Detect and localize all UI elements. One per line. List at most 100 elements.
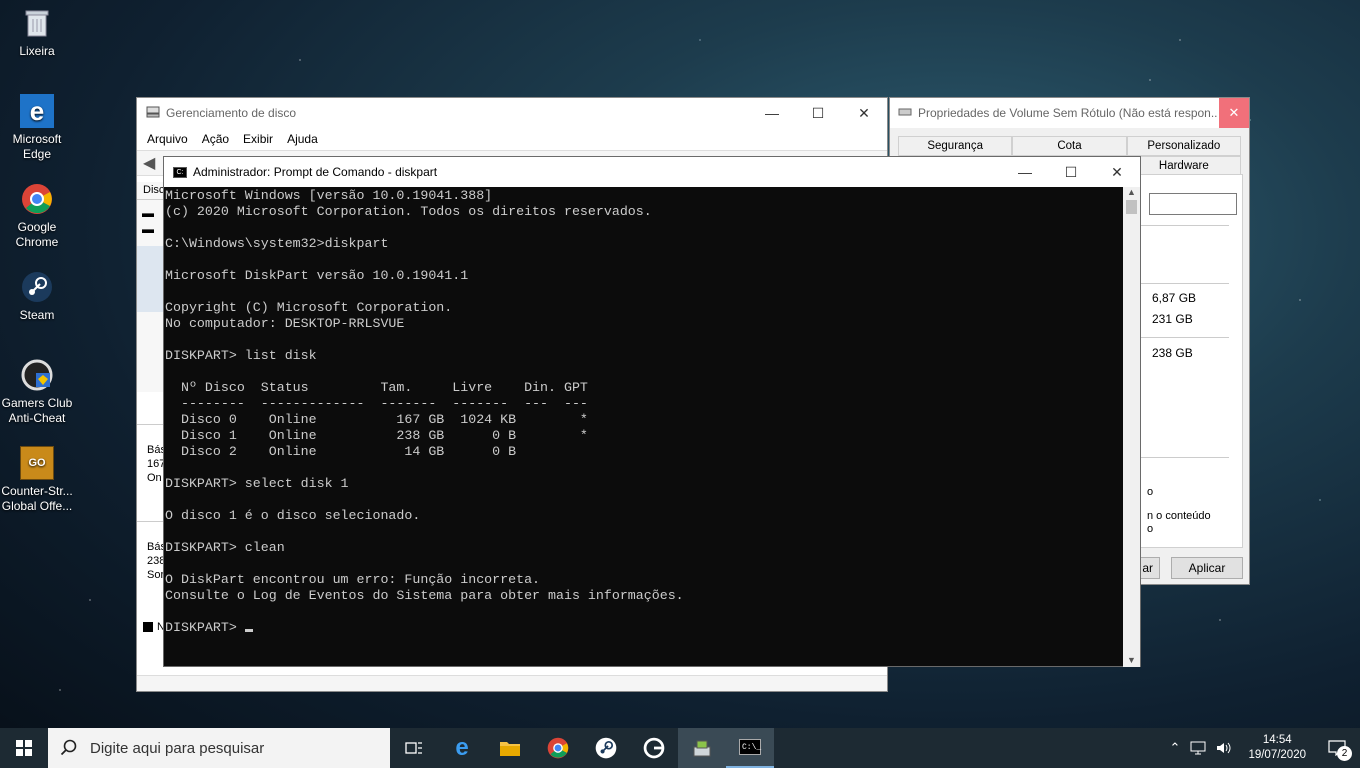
- desktop-icon-label: Gamers Club Anti-Cheat: [1, 396, 73, 425]
- desktop-icon-label: Microsoft Edge: [12, 132, 62, 161]
- action-center-button[interactable]: 2: [1322, 733, 1352, 763]
- folder-icon: [500, 742, 520, 756]
- disk-management-titlebar[interactable]: Gerenciamento de disco — ☐ ✕: [137, 98, 887, 128]
- tab-cota[interactable]: Cota: [1012, 136, 1127, 156]
- volume-row-icon: ▬: [142, 222, 154, 236]
- task-view-button[interactable]: [390, 728, 438, 768]
- minimize-button[interactable]: —: [749, 98, 795, 128]
- recycle-bin-icon: [20, 6, 54, 40]
- desktop-icon-label: Google Chrome: [15, 220, 59, 249]
- column-header-partial: Disc: [143, 184, 165, 196]
- cmd-icon: C:\_: [739, 739, 761, 755]
- free-space-value: 231 GB: [1152, 312, 1193, 326]
- steam-icon: [595, 737, 617, 759]
- desktop-icon-label: Counter-Str... Global Offe...: [1, 484, 73, 513]
- clock[interactable]: 14:54 19/07/2020: [1242, 733, 1312, 763]
- volume-icon[interactable]: [1216, 741, 1232, 755]
- console-prompt: DISKPART>: [165, 620, 245, 635]
- drive-icon: [898, 106, 912, 120]
- legend-partial: N: [137, 620, 165, 634]
- windows-logo-icon: [16, 740, 32, 756]
- cmd-titlebar[interactable]: C: Administrador: Prompt de Comando - di…: [164, 157, 1140, 187]
- volume-row-icon: ▬: [142, 206, 154, 220]
- desktop-icon-edge[interactable]: e Microsoft Edge: [0, 94, 74, 162]
- console-output[interactable]: Microsoft Windows [versão 10.0.19041.388…: [164, 187, 1124, 667]
- properties-titlebar[interactable]: Propriedades de Volume Sem Rótulo (Não e…: [890, 98, 1249, 128]
- text-cursor: [244, 629, 253, 632]
- close-button[interactable]: ✕: [1094, 157, 1140, 187]
- gamers-club-icon: [643, 737, 665, 759]
- desktop-icon-label: Steam: [19, 308, 55, 322]
- command-prompt-window[interactable]: C: Administrador: Prompt de Comando - di…: [163, 156, 1141, 667]
- desktop-icon-label: Lixeira: [19, 44, 55, 58]
- console-scrollbar[interactable]: ▲ ▼: [1123, 187, 1140, 667]
- index-option-partial[interactable]: n o conteúdo: [1147, 510, 1211, 522]
- taskbar-gamers-club[interactable]: [630, 728, 678, 768]
- taskbar: Digite aqui para pesquisar e C:\_ ⌃ 14:5…: [0, 728, 1360, 768]
- minimize-button[interactable]: —: [1002, 157, 1048, 187]
- maximize-button[interactable]: ☐: [795, 98, 841, 128]
- scroll-up-icon[interactable]: ▲: [1123, 187, 1140, 197]
- disk-1-label-partial[interactable]: Bás 238 Sor: [137, 521, 166, 582]
- taskbar-file-explorer[interactable]: [486, 728, 534, 768]
- menu-exibir[interactable]: Exibir: [243, 132, 273, 146]
- apply-button[interactable]: Aplicar: [1171, 557, 1243, 579]
- cmd-icon: C:: [173, 166, 187, 178]
- desktop-icon-steam[interactable]: Steam: [0, 270, 74, 323]
- search-icon: [60, 739, 77, 756]
- chrome-icon: [20, 182, 54, 216]
- search-placeholder: Digite aqui para pesquisar: [90, 739, 265, 757]
- scrollbar-thumb[interactable]: [1126, 200, 1137, 214]
- volume-label-input[interactable]: [1149, 193, 1237, 215]
- system-tray: ⌃ 14:54 19/07/2020 2: [1170, 733, 1360, 763]
- volume-list-partial: Disc ▬ ▬: [137, 182, 165, 392]
- compress-option-partial[interactable]: o: [1147, 486, 1153, 498]
- start-button[interactable]: [0, 728, 48, 768]
- menu-ajuda[interactable]: Ajuda: [287, 132, 318, 146]
- taskbar-chrome[interactable]: [534, 728, 582, 768]
- clock-date: 19/07/2020: [1248, 749, 1306, 761]
- tab-seguranca[interactable]: Segurança: [898, 136, 1013, 156]
- network-icon[interactable]: [1190, 741, 1206, 755]
- disk-management-title: Gerenciamento de disco: [166, 106, 297, 120]
- menu-acao[interactable]: Ação: [202, 132, 229, 146]
- close-button[interactable]: ✕: [841, 98, 887, 128]
- maximize-button[interactable]: ☐: [1048, 157, 1094, 187]
- disk-management-icon: [693, 740, 711, 757]
- csgo-icon: GO: [20, 446, 54, 480]
- taskbar-command-prompt[interactable]: C:\_: [726, 728, 774, 768]
- taskbar-steam[interactable]: [582, 728, 630, 768]
- cmd-title: Administrador: Prompt de Comando - diskp…: [193, 165, 438, 179]
- desktop-icon-csgo[interactable]: GO Counter-Str... Global Offe...: [0, 446, 74, 514]
- notification-badge: 2: [1337, 746, 1352, 761]
- used-space-value: 6,87 GB: [1152, 291, 1197, 305]
- steam-icon: [20, 270, 54, 304]
- taskbar-edge[interactable]: e: [438, 728, 486, 768]
- legend-swatch: [143, 622, 153, 632]
- capacity-value: 238 GB: [1152, 346, 1193, 360]
- chevron-up-icon[interactable]: ⌃: [1170, 740, 1181, 756]
- disk-management-icon: [146, 106, 160, 121]
- desktop-icon-recycle-bin[interactable]: Lixeira: [0, 6, 74, 59]
- menu-arquivo[interactable]: Arquivo: [147, 132, 188, 146]
- gamers-club-icon: [20, 358, 54, 392]
- console-text: Microsoft Windows [versão 10.0.19041.388…: [165, 188, 684, 603]
- scroll-down-icon[interactable]: ▼: [1123, 655, 1140, 665]
- tabs-row-1: Segurança Cota Personalizado: [898, 136, 1241, 156]
- status-bar: [137, 675, 887, 691]
- clock-time: 14:54: [1262, 734, 1292, 746]
- desktop-icon-chrome[interactable]: Google Chrome: [0, 182, 74, 250]
- task-view-icon: [405, 742, 422, 754]
- taskbar-disk-management[interactable]: [678, 728, 726, 768]
- desktop-icon-gamers-club[interactable]: Gamers Club Anti-Cheat: [0, 358, 74, 426]
- close-button[interactable]: ✕: [1219, 98, 1249, 128]
- tab-hardware[interactable]: Hardware: [1126, 156, 1241, 176]
- disk-0-label-partial[interactable]: Bás 167 On: [137, 424, 166, 485]
- edge-icon: e: [455, 734, 469, 761]
- selected-volume-row[interactable]: [137, 246, 165, 312]
- index-option-partial-2: o: [1147, 523, 1154, 535]
- properties-title: Propriedades de Volume Sem Rótulo (Não e…: [918, 106, 1218, 120]
- tab-personalizado[interactable]: Personalizado: [1126, 136, 1241, 156]
- search-box[interactable]: Digite aqui para pesquisar: [48, 728, 390, 768]
- back-arrow-icon[interactable]: ◀: [143, 153, 155, 173]
